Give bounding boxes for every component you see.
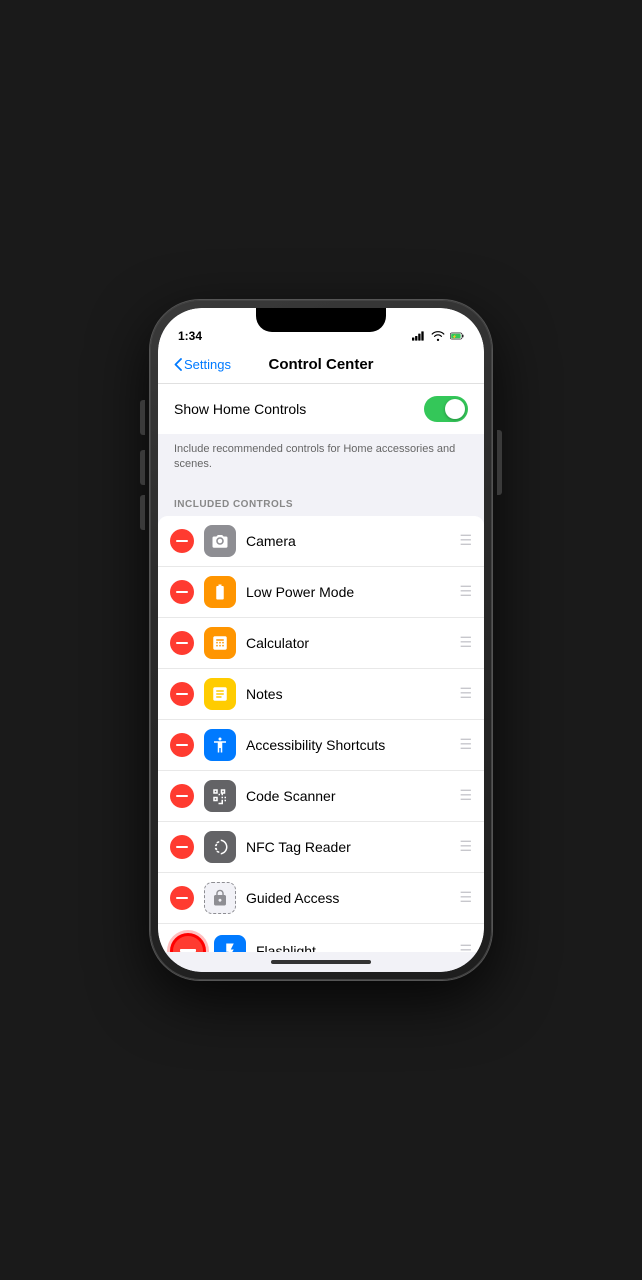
toggle-knob xyxy=(445,399,465,419)
status-time: 1:34 xyxy=(178,329,202,343)
low-power-icon xyxy=(204,576,236,608)
status-icons: ⚡ xyxy=(412,329,464,343)
code-scanner-icon xyxy=(204,780,236,812)
back-button[interactable]: Settings xyxy=(174,357,231,372)
nfc-icon xyxy=(204,831,236,863)
scroll-area[interactable]: Show Home Controls Include recommended c… xyxy=(158,384,484,952)
list-item: Camera ☰ xyxy=(158,516,484,567)
back-chevron-icon xyxy=(174,358,182,371)
drag-handle[interactable]: ☰ xyxy=(459,634,472,651)
guided-access-icon xyxy=(204,882,236,914)
signal-icon xyxy=(412,329,426,343)
item-label: Calculator xyxy=(246,635,451,651)
item-label: Accessibility Shortcuts xyxy=(246,737,451,753)
toggle-label: Show Home Controls xyxy=(174,401,306,417)
calculator-icon xyxy=(204,627,236,659)
remove-button[interactable] xyxy=(170,886,194,910)
remove-button[interactable] xyxy=(170,580,194,604)
list-item: NFC Tag Reader ☰ xyxy=(158,822,484,873)
included-controls-header: INCLUDED CONTROLS xyxy=(158,485,484,516)
phone-frame: 1:34 xyxy=(150,300,492,980)
item-label: Low Power Mode xyxy=(246,584,451,600)
nav-bar: Settings Control Center xyxy=(158,348,484,384)
notes-icon xyxy=(204,678,236,710)
drag-handle[interactable]: ☰ xyxy=(459,838,472,855)
list-item: Guided Access ☰ xyxy=(158,873,484,924)
remove-flashlight-button[interactable] xyxy=(170,933,206,952)
home-controls-toggle[interactable] xyxy=(424,396,468,422)
item-label: NFC Tag Reader xyxy=(246,839,451,855)
show-home-controls-row: Show Home Controls xyxy=(158,384,484,434)
list-item: Calculator ☰ xyxy=(158,618,484,669)
drag-handle[interactable]: ☰ xyxy=(459,532,472,549)
drag-handle[interactable]: ☰ xyxy=(459,787,472,804)
remove-button[interactable] xyxy=(170,529,194,553)
item-label: Flashlight xyxy=(256,943,451,952)
wifi-icon xyxy=(431,329,445,343)
included-controls-list: Camera ☰ Low Power Mode ☰ xyxy=(158,516,484,952)
list-item: Flashlight ☰ xyxy=(158,924,484,952)
page-title: Control Center xyxy=(269,356,374,373)
svg-text:⚡: ⚡ xyxy=(452,334,457,339)
remove-button[interactable] xyxy=(170,733,194,757)
flashlight-icon xyxy=(214,935,246,952)
home-indicator xyxy=(158,952,484,972)
drag-handle[interactable]: ☰ xyxy=(459,583,472,600)
item-label: Notes xyxy=(246,686,451,702)
item-label: Code Scanner xyxy=(246,788,451,804)
remove-button[interactable] xyxy=(170,835,194,859)
toggle-description: Include recommended controls for Home ac… xyxy=(158,434,484,485)
item-label: Camera xyxy=(246,533,451,549)
home-bar xyxy=(271,960,371,964)
drag-handle[interactable]: ☰ xyxy=(459,736,472,753)
list-item: Low Power Mode ☰ xyxy=(158,567,484,618)
drag-handle[interactable]: ☰ xyxy=(459,889,472,906)
remove-button[interactable] xyxy=(170,682,194,706)
drag-handle[interactable]: ☰ xyxy=(459,942,472,952)
camera-icon xyxy=(204,525,236,557)
item-label: Guided Access xyxy=(246,890,451,906)
drag-handle[interactable]: ☰ xyxy=(459,685,472,702)
list-item: Code Scanner ☰ xyxy=(158,771,484,822)
battery-icon: ⚡ xyxy=(450,329,464,343)
remove-button[interactable] xyxy=(170,784,194,808)
list-item: Notes ☰ xyxy=(158,669,484,720)
remove-button[interactable] xyxy=(170,631,194,655)
accessibility-icon xyxy=(204,729,236,761)
notch xyxy=(256,308,386,332)
list-item: Accessibility Shortcuts ☰ xyxy=(158,720,484,771)
